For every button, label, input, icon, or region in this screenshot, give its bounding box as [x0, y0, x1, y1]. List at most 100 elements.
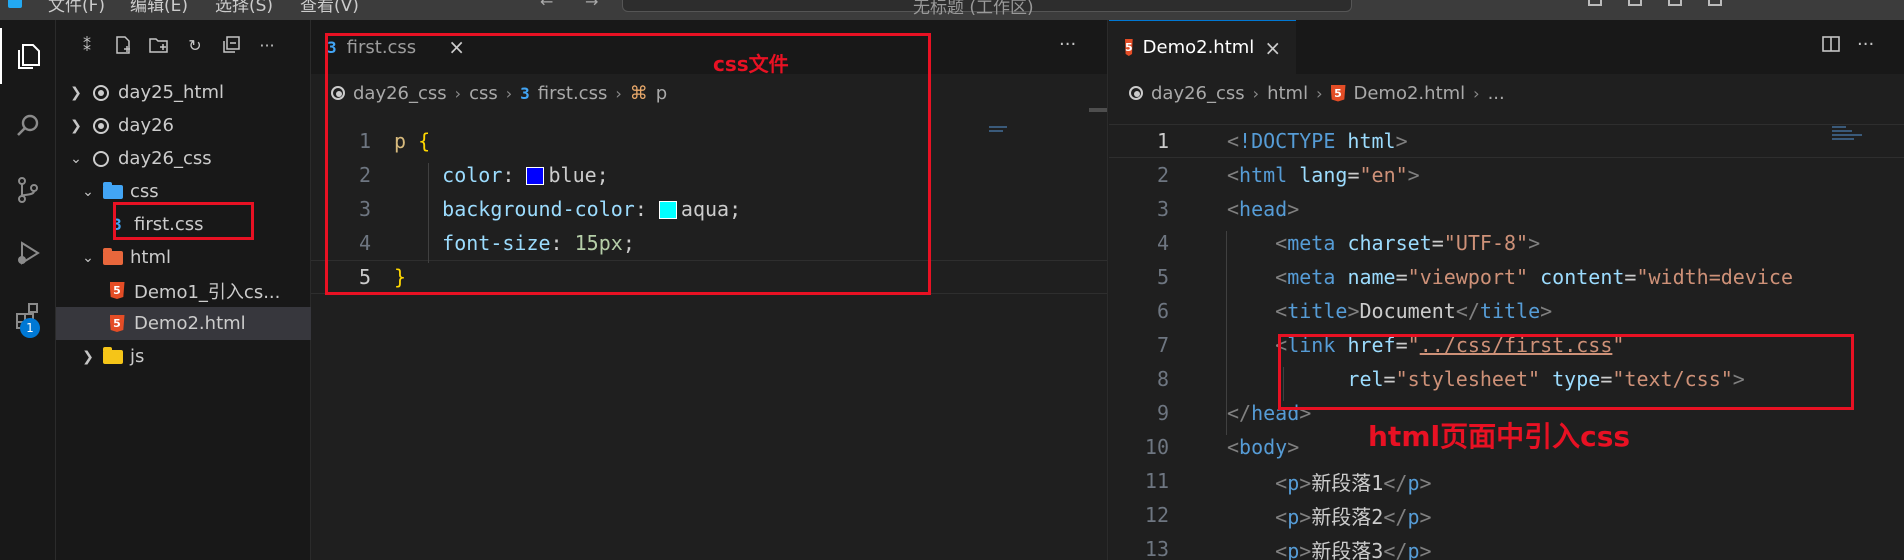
menu-view[interactable]: 查看(V) — [300, 0, 359, 16]
code-text: <head> — [1227, 197, 1300, 221]
refresh-icon[interactable]: ↻ — [184, 34, 206, 56]
annotation-css-file: css文件 — [713, 52, 789, 76]
tree-item-label: css — [130, 181, 159, 202]
new-folder-icon[interactable] — [148, 34, 170, 56]
chevron-down-icon: ⌄ — [82, 249, 94, 266]
line-number: 11 — [1144, 469, 1169, 493]
panel-toggle-icon[interactable] — [1628, 0, 1642, 6]
source-control-activity[interactable] — [0, 162, 56, 218]
code-line[interactable]: 5 <meta name="viewport" content="width=d… — [1109, 260, 1904, 294]
minimap[interactable] — [989, 124, 1049, 164]
highlight-link-tag-box — [1278, 334, 1854, 410]
close-icon[interactable]: × — [1264, 36, 1281, 60]
html-file-icon: 5 — [106, 314, 128, 334]
nav-back-icon[interactable]: ← — [540, 0, 553, 11]
folder-html-icon — [102, 247, 124, 268]
tab-bar: 5 Demo2.html × ··· — [1109, 20, 1904, 74]
more-actions-icon[interactable]: ··· — [1857, 34, 1874, 59]
breadcrumb-item[interactable]: Demo2.html — [1354, 83, 1466, 104]
tree-item-js-folder[interactable]: ❯ js — [56, 340, 311, 373]
new-file-icon[interactable] — [112, 34, 134, 56]
editor-first-css: 3 first.css × ··· day26_css › css › 3 fi… — [311, 20, 1108, 560]
code-line[interactable]: 12 <p>新段落2</p> — [1109, 498, 1904, 532]
chevron-right-icon: › — [1473, 83, 1480, 103]
minimap[interactable] — [1832, 124, 1892, 164]
tree-item-html-folder[interactable]: ⌄ html — [56, 241, 311, 274]
chevron-right-icon: › — [1252, 83, 1260, 103]
code-line[interactable]: 3 <head> — [1109, 192, 1904, 226]
vscode-logo-icon — [8, 0, 22, 8]
html-file-icon: 5 — [106, 281, 128, 301]
chevron-down-icon: ⌄ — [70, 150, 82, 167]
folder-js-icon — [102, 346, 124, 367]
code-text: <p>新段落2</p> — [1275, 504, 1432, 529]
indent-guide — [1226, 231, 1227, 435]
code-line[interactable]: 6 <title>Document</title> — [1109, 294, 1904, 328]
html-file-icon: 5 — [1125, 39, 1133, 56]
more-actions-icon[interactable]: ··· — [256, 34, 278, 56]
search-activity[interactable] — [0, 98, 56, 154]
command-center[interactable]: 无标题 (工作区) — [622, 0, 1352, 18]
code-text: <title>Document</title> — [1275, 299, 1553, 323]
code-line[interactable]: 1 <!DOCTYPE html> — [1109, 124, 1904, 158]
ai-sparkle-icon[interactable]: ⁑ — [76, 34, 98, 56]
run-debug-icon — [18, 241, 40, 265]
more-actions-icon[interactable]: ··· — [1059, 34, 1076, 55]
collapse-all-icon[interactable] — [220, 34, 242, 56]
breadcrumb-item[interactable]: ... — [1488, 83, 1505, 104]
tab-demo2-html[interactable]: 5 Demo2.html × — [1109, 20, 1296, 74]
folder-css-icon — [102, 181, 124, 202]
breadcrumb-item[interactable]: day26_css — [1151, 83, 1245, 104]
scrollbar[interactable] — [1089, 108, 1107, 112]
code-line[interactable]: 4 <meta charset="UTF-8"> — [1109, 226, 1904, 260]
tree-item-label: day26_css — [118, 148, 212, 169]
line-number: 5 — [1156, 265, 1169, 289]
tree-item-demo1[interactable]: 5 Demo1_引入cs... — [56, 274, 311, 307]
breadcrumb: day26_css › html › 5 Demo2.html › ... — [1129, 80, 1505, 106]
tree-item-day26[interactable]: ❯ day26 — [56, 109, 311, 142]
tree-item-day25-html[interactable]: ❯ day25_html — [56, 76, 311, 109]
code-text: <p>新段落1</p> — [1275, 470, 1432, 495]
run-debug-activity[interactable] — [0, 225, 56, 281]
tree-item-label: Demo2.html — [134, 313, 246, 334]
menu-edit[interactable]: 编辑(E) — [130, 0, 188, 16]
search-icon — [17, 114, 39, 136]
tree-item-label: js — [130, 346, 145, 367]
menu-selection[interactable]: 选择(S) — [215, 0, 273, 16]
code-text: <!DOCTYPE html> — [1227, 129, 1408, 153]
nav-forward-icon[interactable]: → — [585, 0, 598, 11]
code-line[interactable]: 13 <p>新段落3</p> — [1109, 532, 1904, 560]
layout-toggle-icon[interactable] — [1588, 0, 1602, 6]
explorer-activity[interactable] — [0, 28, 56, 84]
split-editor-icon[interactable] — [1821, 34, 1841, 59]
breadcrumb-item[interactable]: html — [1267, 83, 1308, 104]
highlight-first-css-box — [113, 202, 254, 240]
line-number: 8 — [1156, 367, 1169, 391]
extensions-activity[interactable]: 1 — [0, 288, 56, 344]
code-line[interactable]: 2 <html lang="en"> — [1109, 158, 1904, 192]
menu-file[interactable]: 文件(F) — [48, 0, 105, 16]
line-number: 6 — [1156, 299, 1169, 323]
tree-item-day26-css[interactable]: ⌄ day26_css — [56, 142, 311, 175]
code-text: <p>新段落3</p> — [1275, 538, 1432, 560]
code-text: <meta name="viewport" content="width=dev… — [1275, 265, 1794, 289]
sidebar-toggle-icon[interactable] — [1668, 0, 1682, 6]
files-icon — [18, 44, 40, 69]
workspace-folder-open-icon — [90, 149, 112, 169]
editor-actions: ··· — [1059, 34, 1076, 55]
tree-item-label: html — [130, 247, 172, 268]
code-text: <meta charset="UTF-8"> — [1275, 231, 1541, 255]
html-file-icon: 5 — [1330, 84, 1346, 102]
annotation-html-import-css: html页面中引入css — [1368, 420, 1631, 453]
chevron-right-icon: › — [1316, 83, 1323, 103]
workspace-folder-icon — [90, 116, 112, 136]
line-number: 10 — [1144, 435, 1169, 459]
line-number: 1 — [1156, 129, 1169, 153]
command-center-label: 无标题 (工作区) — [913, 0, 1034, 18]
code-line[interactable]: 11 <p>新段落1</p> — [1109, 464, 1904, 498]
tree-item-label: day26 — [118, 115, 175, 136]
customize-layout-icon[interactable] — [1708, 0, 1722, 6]
tree-item-demo2[interactable]: 5 Demo2.html — [56, 307, 311, 340]
chevron-right-icon: ❯ — [82, 348, 94, 365]
extensions-badge: 1 — [20, 318, 40, 338]
